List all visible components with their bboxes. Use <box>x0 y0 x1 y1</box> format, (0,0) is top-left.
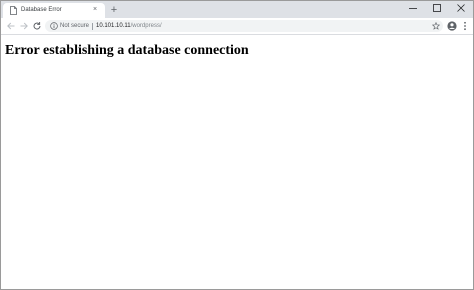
tab-title: Database Error <box>21 7 62 13</box>
not-secure-label[interactable]: Not secure <box>60 21 89 31</box>
browser-window: Database Error × + Not secure 10.101.10.… <box>0 0 474 290</box>
window-controls <box>401 1 473 14</box>
maximize-button[interactable] <box>425 1 449 14</box>
tab-database-error[interactable]: Database Error × <box>3 3 105 18</box>
url-host: 10.101.10.11 <box>96 23 131 29</box>
minimize-icon <box>409 8 417 9</box>
address-separator <box>92 23 93 30</box>
maximize-icon <box>433 4 441 12</box>
kebab-menu-icon[interactable] <box>462 21 468 31</box>
info-icon[interactable] <box>50 22 58 30</box>
back-icon[interactable] <box>6 21 16 31</box>
tab-close-icon[interactable]: × <box>91 6 99 14</box>
tab-strip: Database Error × + <box>1 1 473 18</box>
url-path: /wordpress/ <box>130 23 162 29</box>
error-heading: Error establishing a database connection <box>5 43 249 58</box>
url-text[interactable]: 10.101.10.11/wordpress/ <box>96 21 162 31</box>
reload-icon[interactable] <box>32 21 42 31</box>
page-icon <box>10 6 17 15</box>
close-icon <box>457 4 465 12</box>
address-bar[interactable]: Not secure 10.101.10.11/wordpress/ <box>45 20 443 32</box>
account-circle-icon[interactable] <box>447 21 457 31</box>
minimize-button[interactable] <box>401 1 425 14</box>
page-content: Error establishing a database connection <box>1 35 473 67</box>
toolbar: Not secure 10.101.10.11/wordpress/ <box>1 18 473 35</box>
new-tab-button[interactable]: + <box>108 4 120 16</box>
forward-icon[interactable] <box>19 21 29 31</box>
close-window-button[interactable] <box>449 1 473 14</box>
star-icon[interactable] <box>432 22 440 30</box>
